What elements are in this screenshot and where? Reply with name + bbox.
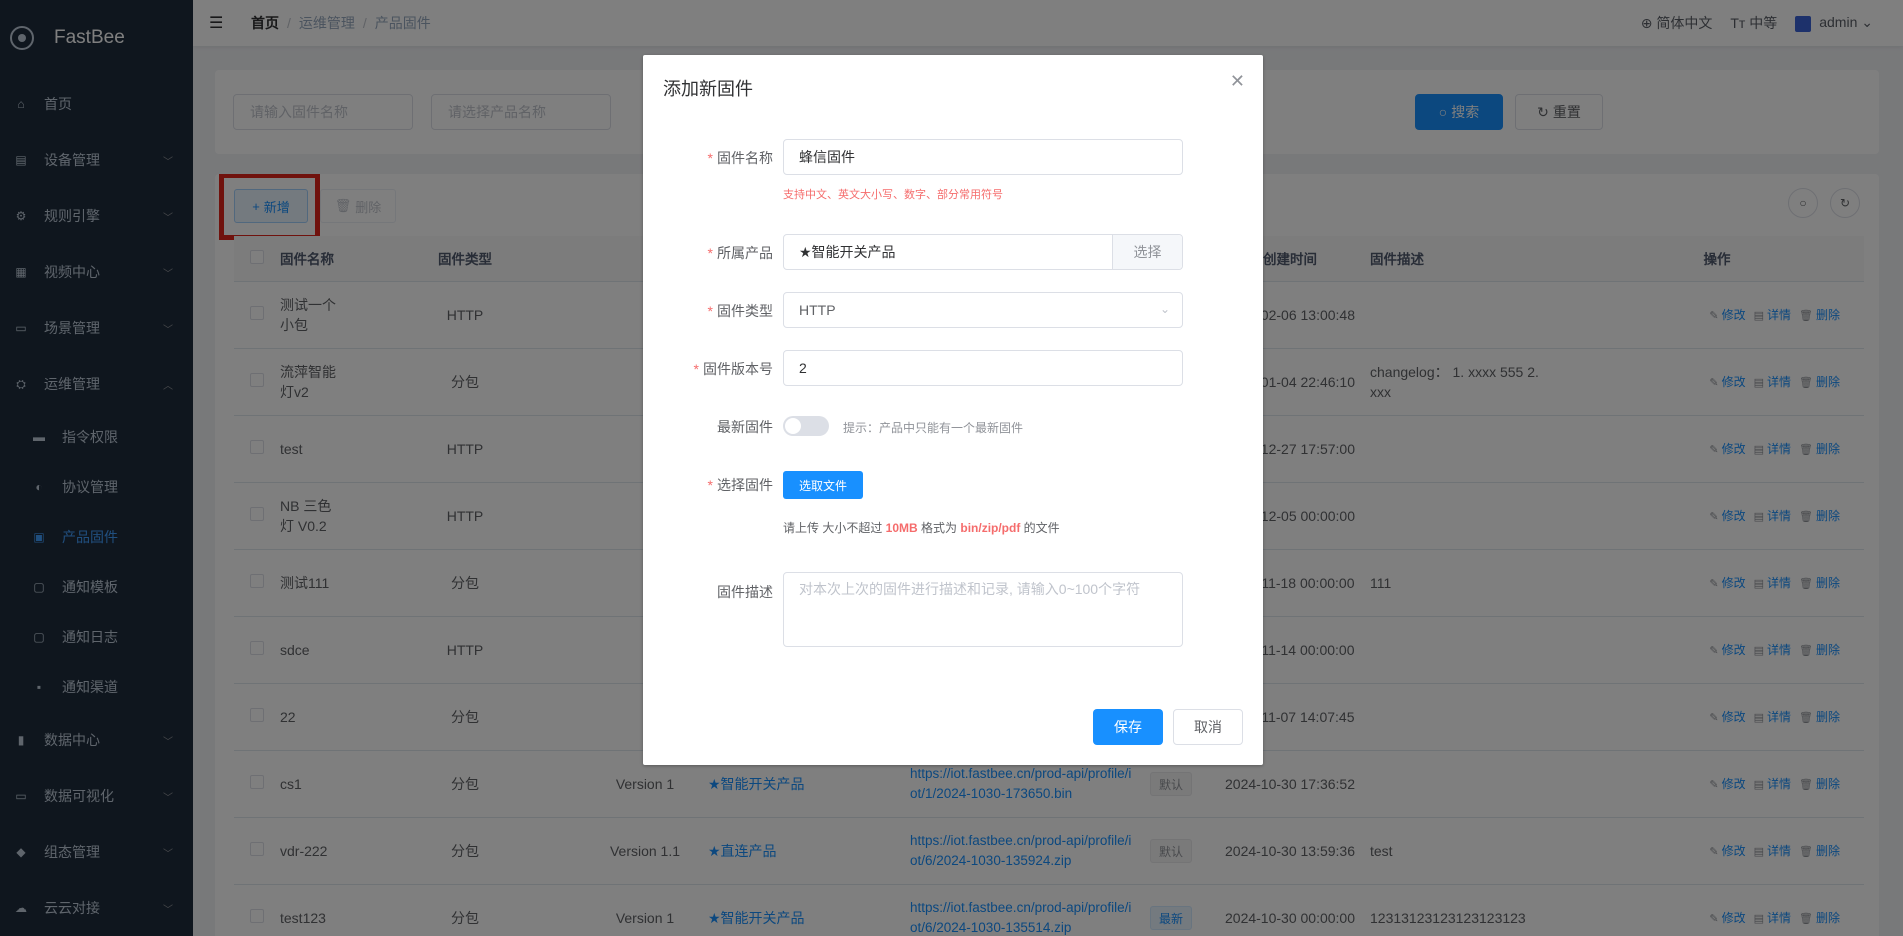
latest-label: 最新固件 bbox=[717, 419, 773, 435]
latest-switch[interactable] bbox=[783, 416, 829, 436]
upload-tip: 请上传 大小不超过 10MB 格式为 bin/zip/pdf 的文件 bbox=[783, 521, 1060, 535]
chevron-down-icon: ⌄ bbox=[1159, 302, 1170, 316]
dialog-title: 添加新固件 bbox=[663, 79, 753, 99]
add-firmware-dialog: 添加新固件 ✕ * 固件名称 蜂信固件 支持中文、英文大小写、数字、部分常用符号 … bbox=[643, 55, 1263, 765]
firmware-type-value: HTTP bbox=[799, 302, 836, 318]
cancel-button[interactable]: 取消 bbox=[1173, 709, 1243, 745]
product-field[interactable]: ★智能开关产品 选择 bbox=[783, 234, 1183, 270]
firmware-name-field[interactable]: 蜂信固件 bbox=[783, 139, 1183, 175]
product-label: * 所属产品 bbox=[707, 245, 773, 261]
firmware-type-select[interactable]: HTTP ⌄ bbox=[783, 292, 1183, 328]
desc-textarea[interactable]: 对本次上次的固件进行描述和记录, 请输入0~100个字符 bbox=[783, 572, 1183, 647]
version-label: * 固件版本号 bbox=[693, 361, 773, 377]
file-label: * 选择固件 bbox=[707, 477, 773, 493]
desc-label: 固件描述 bbox=[717, 584, 773, 600]
latest-tip: 提示：产品中只能有一个最新固件 bbox=[843, 421, 1024, 435]
select-product-button[interactable]: 选择 bbox=[1112, 235, 1182, 269]
version-field[interactable]: 2 bbox=[783, 350, 1183, 386]
product-value: ★智能开关产品 bbox=[799, 244, 896, 260]
firmware-type-label: * 固件类型 bbox=[707, 303, 773, 319]
choose-file-button[interactable]: 选取文件 bbox=[783, 471, 863, 499]
save-button[interactable]: 保存 bbox=[1093, 709, 1163, 745]
close-icon[interactable]: ✕ bbox=[1230, 71, 1245, 92]
firmware-name-hint: 支持中文、英文大小写、数字、部分常用符号 bbox=[783, 189, 1003, 201]
firmware-name-label: * 固件名称 bbox=[707, 150, 773, 166]
